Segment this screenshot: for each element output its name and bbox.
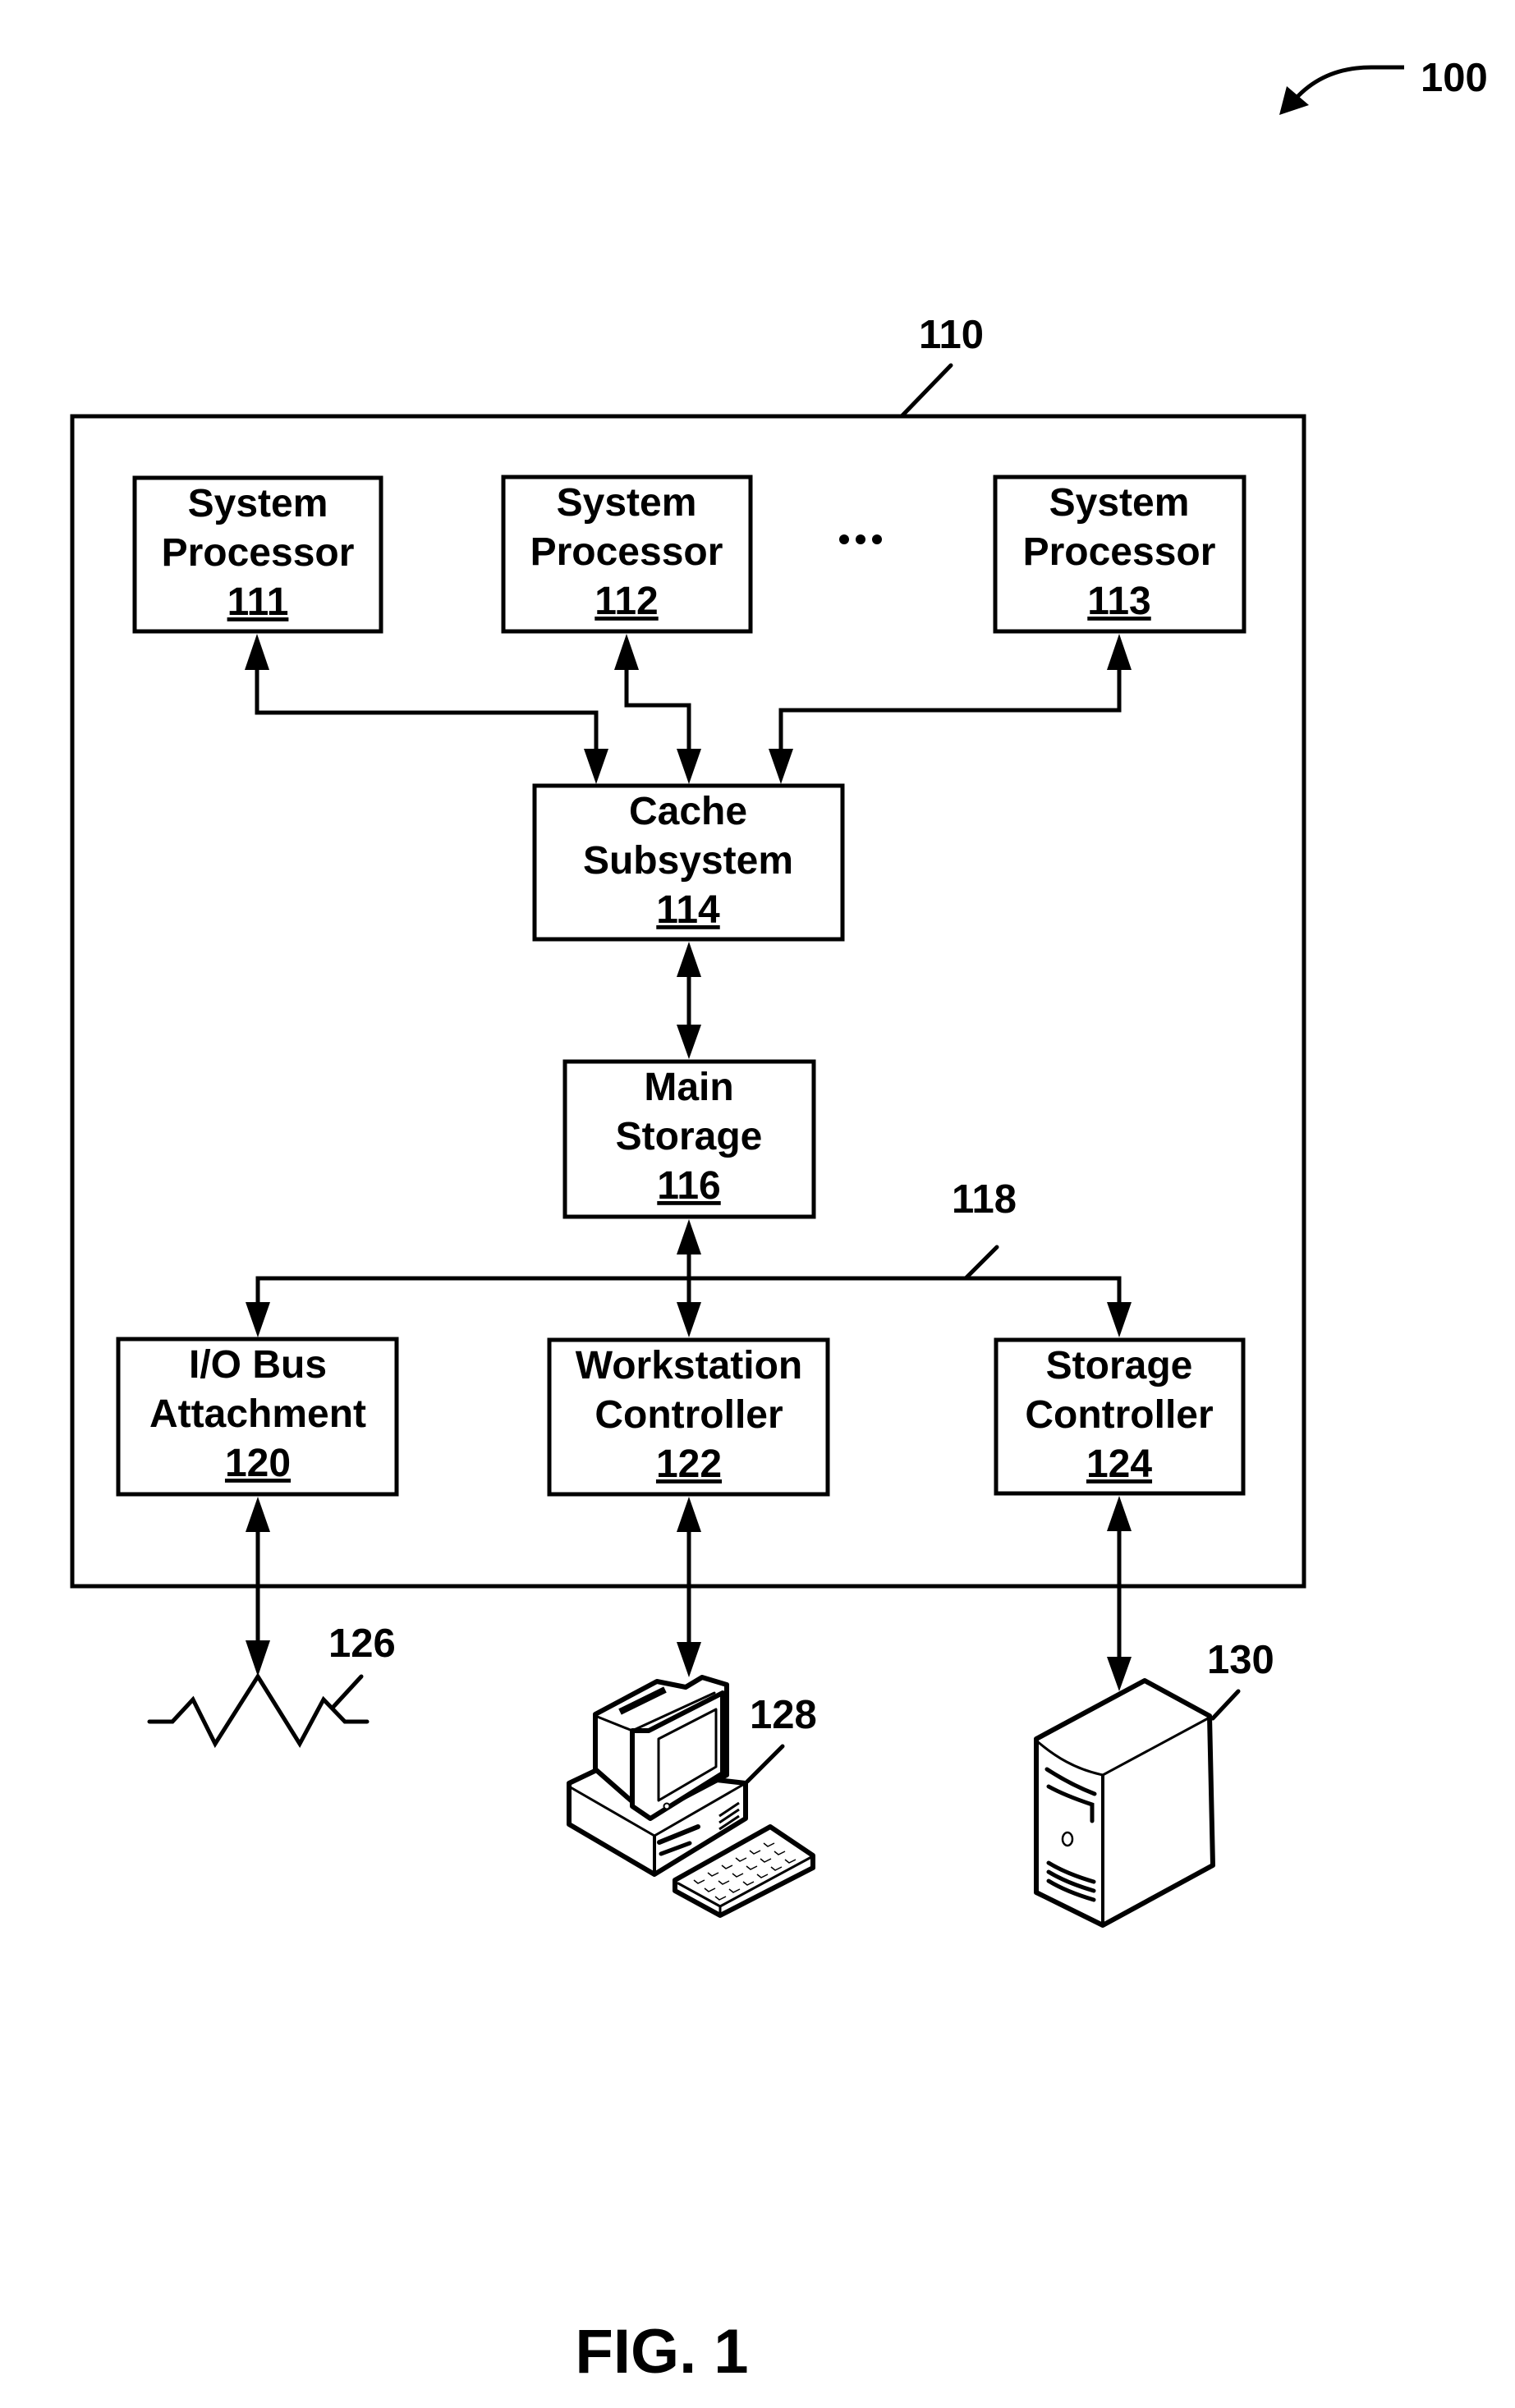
controller-ref: 120 [225, 1442, 291, 1485]
workstation-ref-pointer [745, 1744, 785, 1784]
arrowhead [246, 1302, 270, 1337]
arrowhead [245, 634, 269, 670]
processor-ref: 111 [227, 580, 289, 624]
arrowhead [677, 1302, 701, 1337]
arrowhead [1107, 1302, 1132, 1337]
arrowhead [677, 1219, 701, 1254]
processor-label-line2: Processor [1023, 530, 1216, 574]
arrowhead [677, 1497, 701, 1532]
storage-tower-icon: 130 [1034, 1638, 1274, 1928]
controller-ref: 122 [656, 1443, 722, 1486]
io-bus-attachment-box[interactable]: I/O Bus Attachment 120 [116, 1337, 399, 1497]
main-storage-box[interactable]: Main Storage 116 [562, 1059, 816, 1219]
arrowhead [677, 749, 701, 784]
processor-label-line1: System [1049, 481, 1190, 525]
cache-subsystem-box[interactable]: Cache Subsystem 114 [532, 783, 845, 942]
controller-label-line2: Attachment [149, 1392, 366, 1436]
controller-label-line2: Controller [1025, 1393, 1213, 1437]
main-storage-label-line1: Main [644, 1066, 733, 1109]
link-113-cache [778, 667, 1122, 750]
network-icon: 126 [147, 1621, 396, 1749]
processor-ref: 113 [1087, 580, 1150, 623]
controller-ref: 124 [1086, 1443, 1152, 1486]
arrowhead [769, 749, 793, 784]
figure-caption: FIG. 1 [575, 2317, 748, 2387]
workstation-computer-icon: 128 [567, 1675, 817, 1918]
processor-box-113[interactable]: System Processor 113 [993, 475, 1246, 634]
network-ref-pointer [330, 1674, 364, 1710]
link-111-cache [255, 667, 599, 750]
storage-controller-box[interactable]: Storage Controller 124 [994, 1337, 1246, 1496]
arrowhead [246, 1640, 270, 1676]
storage-ref-label: 130 [1207, 1638, 1274, 1682]
link-112-cache [624, 667, 691, 750]
workstation-controller-box[interactable]: Workstation Controller 122 [547, 1337, 830, 1497]
bus-ref-label: 118 [952, 1177, 1017, 1222]
processor-ref: 112 [595, 580, 658, 623]
network-ref-label: 126 [328, 1621, 396, 1666]
cache-label-line1: Cache [629, 790, 747, 833]
arrowhead [246, 1497, 270, 1532]
computer-ref-label: 110 [919, 313, 984, 357]
storage-ref-pointer [1210, 1689, 1241, 1721]
main-storage-ref: 116 [657, 1164, 720, 1208]
cache-label-line2: Subsystem [583, 839, 793, 883]
processor-label-line1: System [188, 482, 328, 525]
processor-box-112[interactable]: System Processor 112 [501, 475, 753, 634]
arrowhead [1107, 634, 1132, 670]
processor-box-111[interactable]: System Processor 111 [132, 475, 383, 634]
system-ref-label: 100 [1421, 56, 1488, 100]
processor-label-line1: System [557, 481, 697, 525]
controller-label-line1: Storage [1046, 1344, 1193, 1387]
more-processors-ellipsis [839, 534, 882, 544]
processor-label-line2: Processor [162, 531, 355, 575]
controller-label-line2: Controller [595, 1393, 783, 1437]
workstation-ref-label: 128 [750, 1693, 817, 1737]
arrowhead [614, 634, 639, 670]
cache-ref: 114 [656, 888, 720, 932]
processor-cache-links [245, 634, 1132, 784]
arrowhead [677, 942, 701, 977]
arrowhead [584, 749, 608, 784]
computer-ref-pointer [899, 363, 953, 419]
computer-reference: 110 [899, 313, 984, 419]
processor-label-line2: Processor [530, 530, 723, 574]
main-storage-label-line2: Storage [616, 1115, 763, 1158]
system-ref-arrow [1294, 65, 1404, 100]
patent-figure: 100 110 System Processor 111 System Proc… [70, 56, 1488, 2387]
arrowhead [677, 1025, 701, 1059]
controller-label-line1: Workstation [576, 1344, 802, 1387]
arrowhead [1107, 1657, 1132, 1691]
bus-ref-pointer [963, 1245, 999, 1281]
controller-label-line1: I/O Bus [189, 1343, 327, 1387]
system-reference: 100 [1279, 56, 1488, 115]
cache-storage-link [677, 942, 701, 1059]
arrowhead [677, 1642, 701, 1677]
arrowhead [1107, 1496, 1132, 1531]
